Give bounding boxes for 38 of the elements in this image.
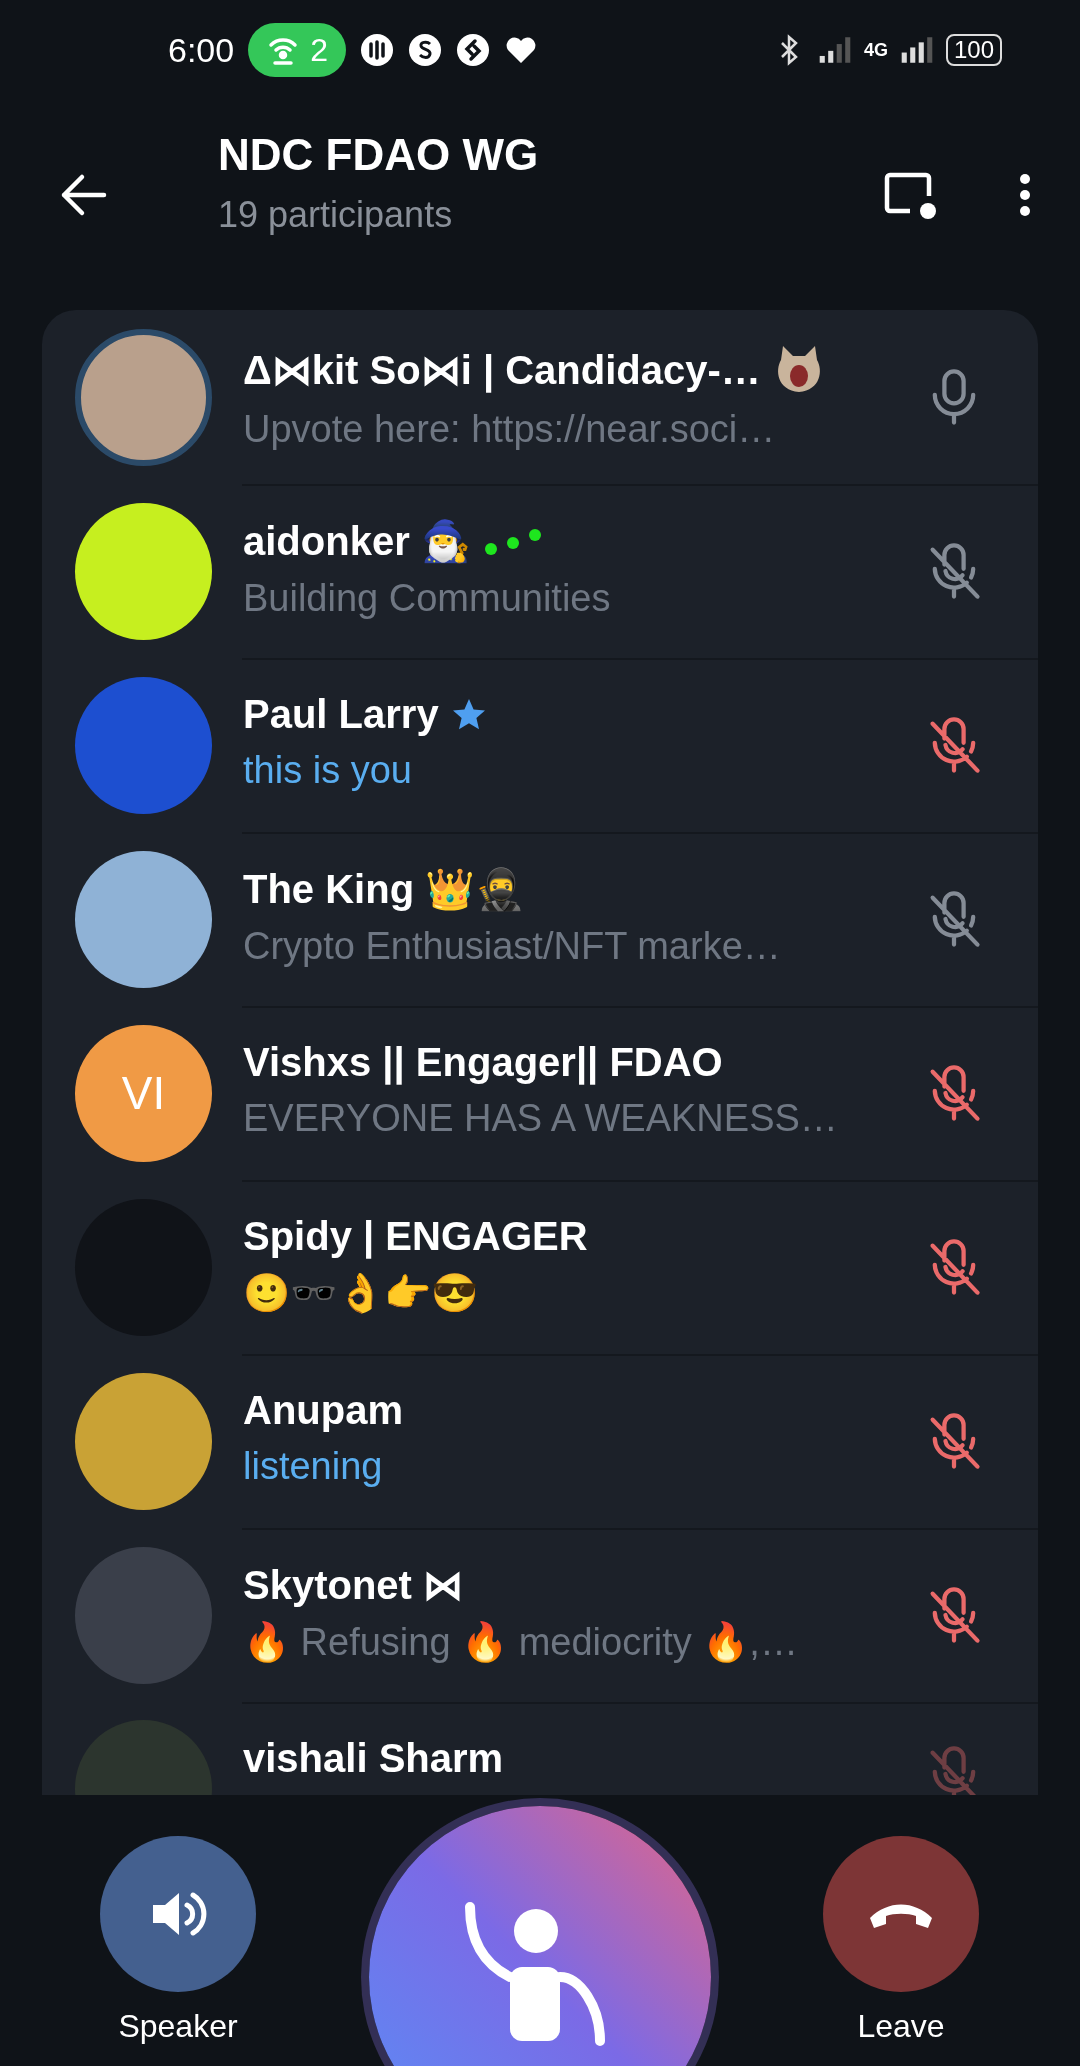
participant-row[interactable]: Anupam listening	[42, 1354, 1038, 1528]
participant-row[interactable]: VI Vishxs || Engager|| FDAO EVERYONE HAS A WEAKNESS…	[42, 1006, 1038, 1180]
participant-status: 🔥 Refusing 🔥 mediocrity 🔥,…	[243, 1620, 799, 1664]
hotspot-indicator: 2	[248, 23, 346, 77]
participant-status: this is you	[243, 749, 413, 792]
participant-status: EVERYONE HAS A WEAKNESS…	[243, 1097, 839, 1140]
participant-row[interactable]: Spidy | ENGAGER 🙂🕶👌👉😎	[42, 1180, 1038, 1354]
participant-name: Anupam	[243, 1388, 403, 1433]
network-type: 4G	[863, 39, 888, 61]
participant-status: Upvote here: https://near.soci…	[243, 408, 777, 451]
battery-level: 100	[945, 34, 1002, 66]
participant-name: Δ⋈kit So⋈i | Candidacy-…	[243, 347, 761, 393]
participant-row[interactable]: Skytonet ⋈ 🔥 Refusing 🔥 mediocrity 🔥,…	[42, 1528, 1038, 1702]
participant-row[interactable]: Paul Larry this is you	[42, 658, 1038, 832]
participant-name: aidonker 🧙‍♂	[243, 518, 471, 565]
chat-title: NDC FDAO WG	[218, 130, 540, 180]
app-notification-icon	[456, 33, 490, 67]
initials-avatar: VI	[75, 1024, 212, 1162]
participant-status: Building Communities	[243, 577, 612, 620]
participant-row[interactable]: Δ⋈kit So⋈i | Candidacy-… Upvote here: https://near.soci…	[42, 310, 1038, 484]
participant-row[interactable]: aidonker 🧙‍♂ Building Communities	[42, 484, 1038, 658]
clock-time: 6:00	[168, 30, 235, 70]
participant-status: listening	[243, 1445, 384, 1488]
app-notification-icon	[408, 33, 442, 67]
participant-name: Skytonet ⋈	[243, 1562, 464, 1608]
participant-row[interactable]: The King 👑🥷 Crypto Enthusiast/NFT marke…	[42, 832, 1038, 1006]
app-notification-icon	[360, 33, 394, 67]
participant-count: 19 participants	[218, 194, 454, 236]
speaker-label: Speaker	[118, 2008, 238, 2045]
participant-name: Spidy | ENGAGER	[243, 1214, 588, 1259]
participant-name: Paul Larry	[243, 692, 439, 737]
participant-status: Crypto Enthusiast/NFT marke…	[243, 925, 782, 968]
participant-name: vishali Sharm	[243, 1736, 504, 1781]
participant-name: Vishxs || Engager|| FDAO	[243, 1040, 723, 1085]
participant-name: The King 👑🥷	[243, 866, 526, 913]
participant-status: 🙂🕶👌👉😎	[243, 1271, 479, 1315]
participant-row[interactable]: vishali Sharm	[42, 1702, 1038, 1795]
leave-label: Leave	[857, 2008, 945, 2045]
